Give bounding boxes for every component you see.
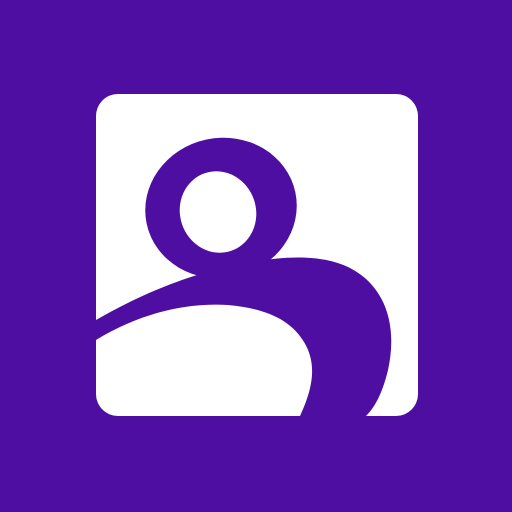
user-profile-icon [96,94,418,416]
app-icon[interactable] [0,0,512,512]
